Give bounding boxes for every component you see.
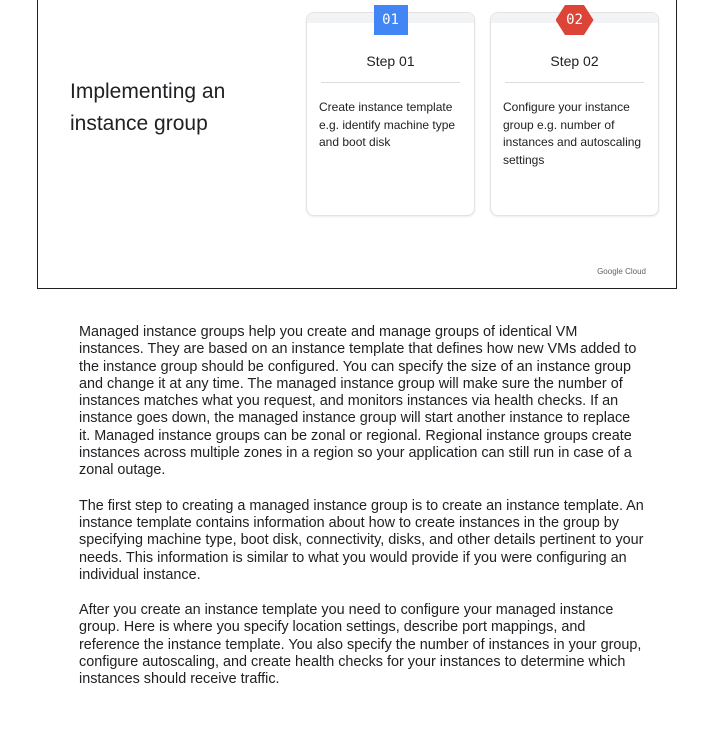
card-divider	[505, 82, 644, 83]
step-card-02: 02 Step 02 Configure your instance group…	[490, 5, 659, 216]
step-number-badge: 01	[373, 5, 408, 35]
step-description: Create instance template e.g. identify m…	[319, 100, 456, 149]
step-label: Step 01	[366, 53, 415, 69]
notes-paragraph: The first step to creating a managed ins…	[79, 497, 644, 583]
card-divider	[321, 82, 460, 83]
speaker-notes: Managed instance groups help you create …	[79, 324, 644, 707]
step-description: Configure your instance group e.g. numbe…	[503, 100, 642, 167]
step-number-badge: 02	[555, 5, 594, 35]
notes-paragraph: Managed instance groups help you create …	[79, 324, 637, 479]
step-label: Step 02	[550, 53, 599, 69]
slide: Implementing an instance group 01 Step 0…	[37, 0, 677, 289]
slide-title: Implementing an instance group	[70, 80, 226, 135]
notes-paragraph: After you create an instance template yo…	[79, 602, 642, 688]
google-cloud-logo: Google Cloud	[597, 267, 646, 276]
step-card-01: 01 Step 01 Create instance template e.g.…	[306, 5, 475, 216]
